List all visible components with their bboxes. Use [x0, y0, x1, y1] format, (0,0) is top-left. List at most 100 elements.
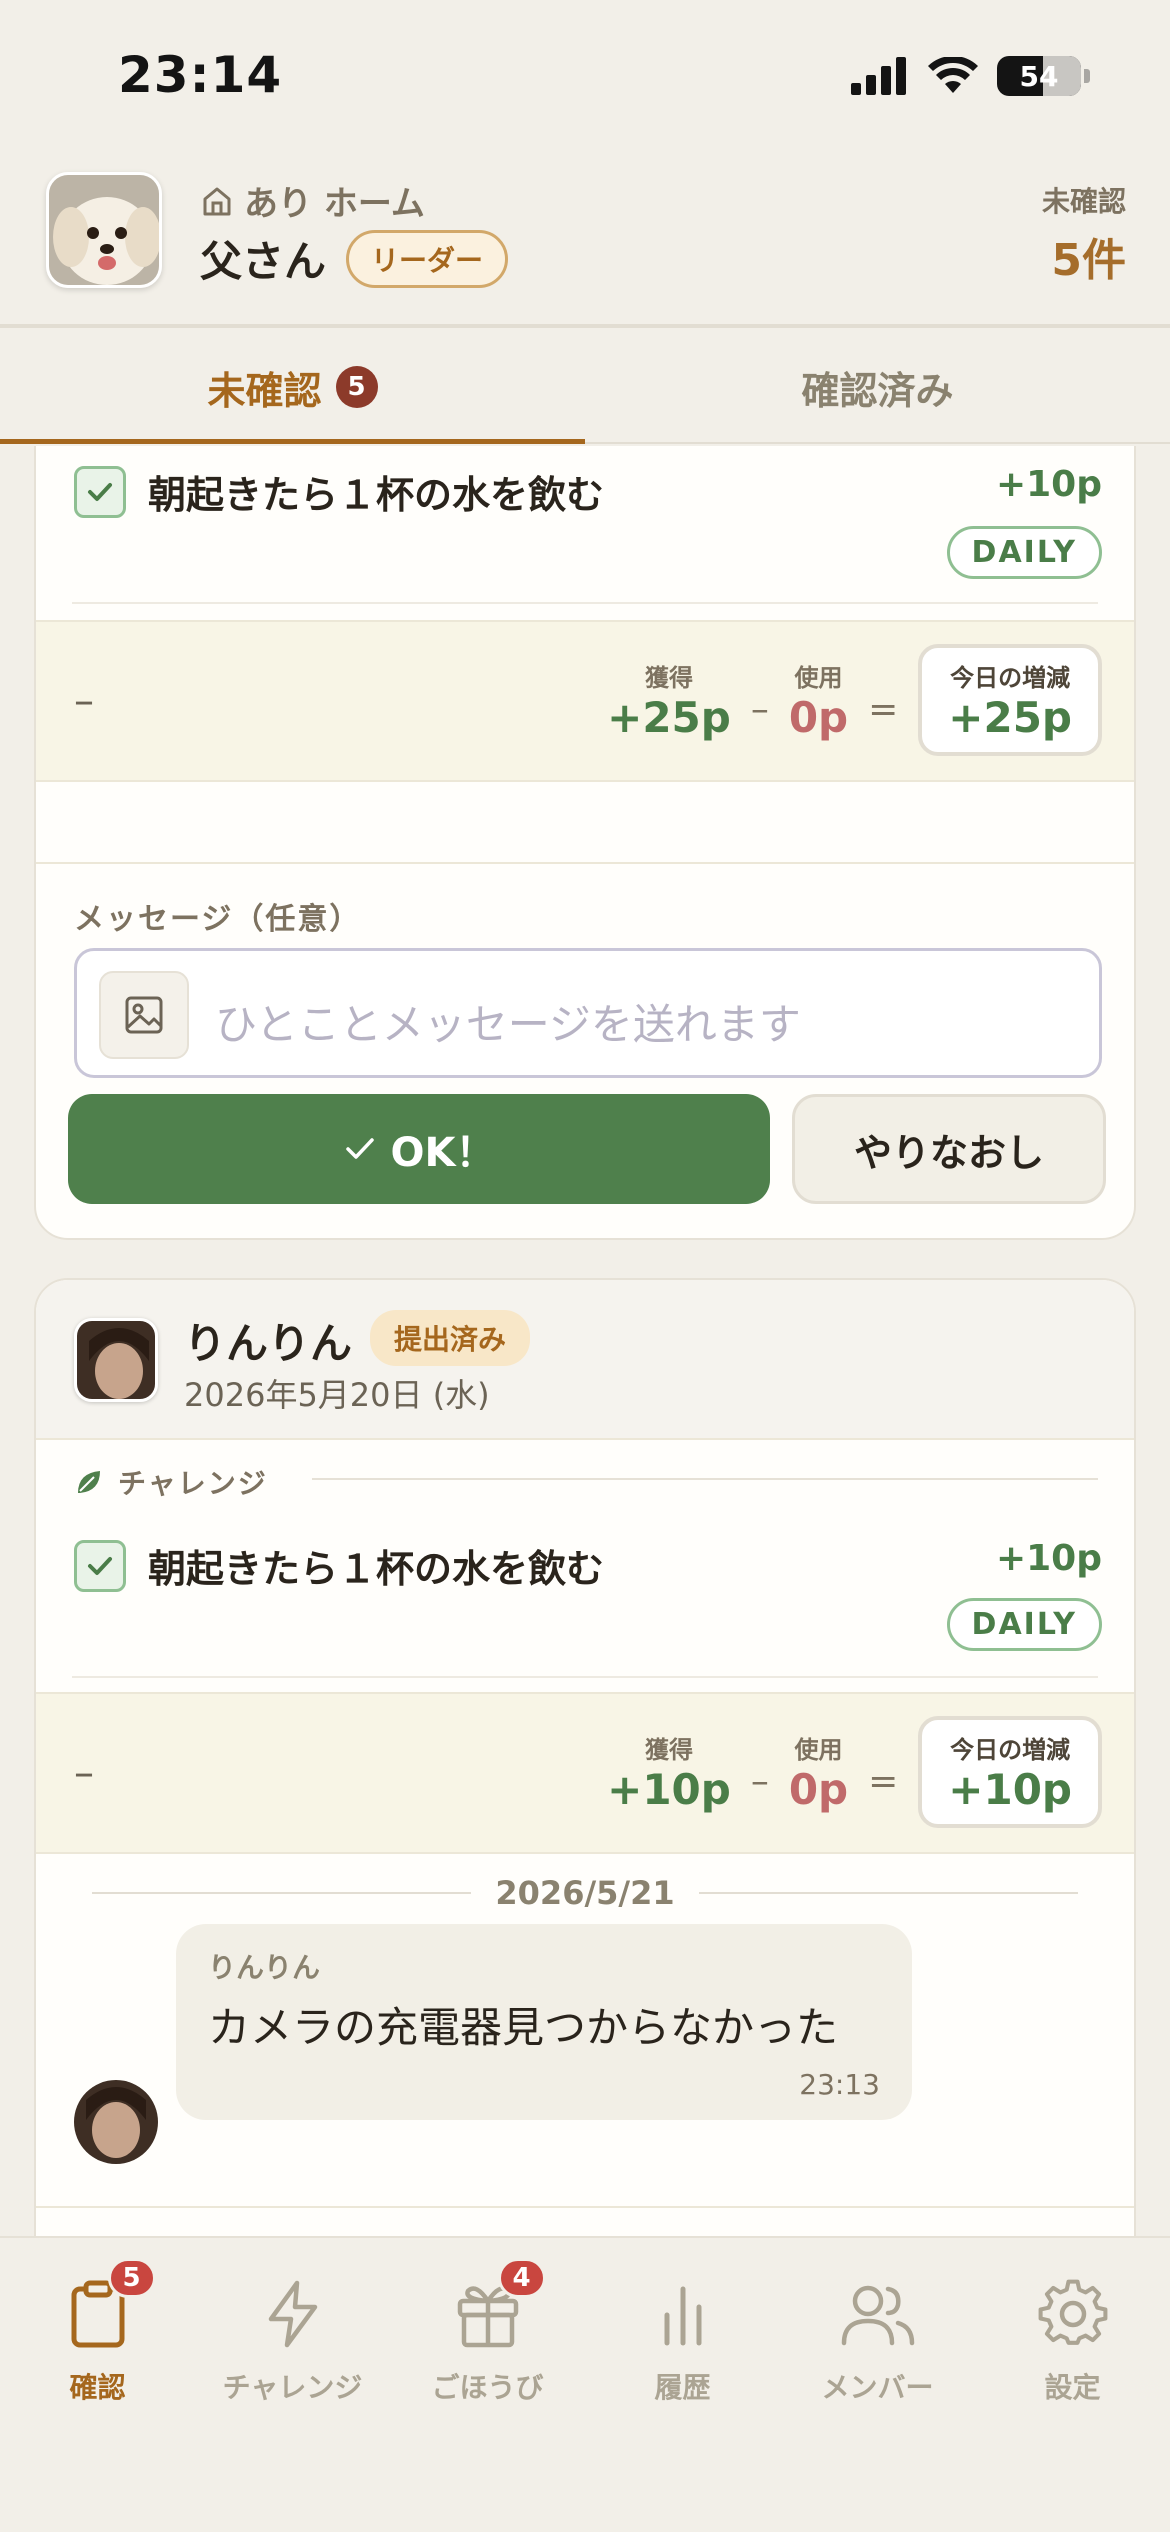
chat-bubble: りんりん カメラの充電器見つからなかった 23:13: [176, 1924, 912, 2120]
home-name: あり ホーム: [244, 184, 425, 224]
nav-badge: 4: [497, 2258, 546, 2298]
use-label: 使用: [794, 1736, 843, 1764]
message-input[interactable]: ひとことメッセージを送れます: [74, 948, 1102, 1078]
minus-operator: –: [750, 1760, 769, 1802]
task-title: 朝起きたら１杯の水を飲む: [148, 1547, 605, 1591]
task-points: +10p: [995, 1538, 1102, 1579]
pending-count: 5件: [1051, 235, 1126, 286]
nav-label: 履歴: [654, 2371, 711, 2404]
chat-sender: りんりん: [208, 1951, 321, 1984]
tab-label: 確認済み: [801, 368, 954, 413]
chat-avatar[interactable]: [74, 2080, 158, 2164]
review-card: 朝起きたら１杯の水を飲む +10p DAILY – 獲得 +25p – 使用 0…: [34, 446, 1136, 1240]
bar-chart-icon: [664, 2286, 701, 2346]
battery-icon: 54: [997, 56, 1081, 96]
message-placeholder: ひとことメッセージを送れます: [215, 1000, 801, 1049]
member-photo: [77, 1321, 155, 1399]
home-icon: [203, 187, 231, 215]
task-checkbox[interactable]: [74, 466, 126, 518]
points-summary: – 獲得 +25p – 使用 0p = 今日の増減 +25p: [36, 620, 1134, 782]
role-badge: リーダー: [346, 229, 509, 288]
user-avatar[interactable]: [46, 172, 162, 288]
status-bar: 23:14 54: [0, 0, 1170, 150]
cellular-signal-icon: [851, 57, 906, 95]
total-value: +25p: [948, 693, 1072, 742]
nav-item-confirm[interactable]: 5 確認: [0, 2258, 195, 2406]
pending-label: 未確認: [1041, 185, 1126, 218]
points-summary: – 獲得 +10p – 使用 0p = 今日の増減 +10p: [36, 1692, 1134, 1854]
bottom-nav: 5 確認 チャレンジ 4 ごほうび 履歴 メンバー 設定: [0, 2236, 1170, 2532]
message-section: メッセージ（任意） ひとことメッセージを送れます OK！ やりなおし: [36, 862, 1134, 1238]
pending-summary: 未確認 5件: [1042, 180, 1126, 288]
nav-label: 確認: [69, 2371, 126, 2404]
equals-operator: =: [868, 688, 899, 730]
use-value: 0p: [788, 1765, 849, 1814]
tab-confirmed[interactable]: 確認済み: [585, 332, 1170, 442]
gain-label: 獲得: [644, 1736, 693, 1764]
summary-dash: –: [74, 678, 94, 724]
status-time: 23:14: [118, 46, 283, 104]
nav-label: 設定: [1044, 2371, 1101, 2404]
chat-text: カメラの充電器見つからなかった: [208, 2003, 839, 2052]
task-checkbox[interactable]: [74, 1540, 126, 1592]
image-icon: [125, 996, 163, 1034]
nav-item-members[interactable]: メンバー: [780, 2274, 975, 2406]
tab-unconfirmed[interactable]: 未確認 5: [0, 332, 585, 444]
battery-level: 54: [1019, 59, 1059, 93]
dog-photo: [49, 175, 159, 285]
summary-dash: –: [74, 1750, 94, 1796]
section-label-text: チャレンジ: [118, 1467, 268, 1500]
check-icon: [88, 483, 112, 501]
gain-label: 獲得: [644, 664, 693, 692]
check-icon: [88, 1557, 112, 1575]
daily-total-box: 今日の増減 +10p: [918, 1716, 1102, 1828]
lightning-icon: [268, 2280, 317, 2348]
total-label: 今日の増減: [950, 1736, 1071, 1764]
attach-image-button[interactable]: [99, 971, 189, 1059]
use-label: 使用: [794, 664, 843, 692]
frequency-badge: DAILY: [946, 1598, 1102, 1651]
frequency-badge: DAILY: [946, 526, 1102, 579]
nav-label: ごほうび: [431, 2371, 544, 2404]
nav-label: チャレンジ: [222, 2371, 363, 2404]
nav-item-settings[interactable]: 設定: [975, 2274, 1170, 2406]
chat-date: 2026/5/21: [495, 1874, 675, 1912]
task-row: 朝起きたら１杯の水を飲む +10p DAILY: [36, 448, 1134, 598]
ok-button-label: OK！: [390, 1130, 496, 1176]
status-icons: 54: [851, 56, 1090, 96]
chat-time: 23:13: [799, 2068, 880, 2101]
tab-count-badge: 5: [335, 366, 378, 408]
app-header: あり ホーム 父さん リーダー 未確認 5件: [0, 150, 1170, 328]
use-value: 0p: [788, 693, 849, 742]
redo-button[interactable]: やりなおし: [792, 1094, 1106, 1204]
nav-item-rewards[interactable]: 4 ごほうび: [390, 2258, 585, 2406]
total-value: +10p: [948, 1765, 1072, 1814]
section-label: チャレンジ: [74, 1462, 268, 1502]
user-row: 父さん リーダー: [200, 228, 509, 289]
member-avatar[interactable]: [74, 1318, 158, 1402]
member-header: りんりん 提出済み 2026年5月20日 (水): [36, 1280, 1134, 1440]
task-row: 朝起きたら１杯の水を飲む +10p DAILY: [36, 1514, 1134, 1664]
minus-operator: –: [750, 688, 769, 730]
users-icon: [841, 2285, 914, 2346]
wifi-icon: [928, 57, 978, 93]
check-icon: [345, 1138, 374, 1159]
submission-date: 2026年5月20日 (水): [184, 1376, 490, 1414]
ok-button[interactable]: OK！: [68, 1094, 770, 1204]
home-row: あり ホーム: [200, 176, 425, 225]
task-points: +10p: [995, 464, 1102, 505]
gain-value: +25p: [607, 693, 731, 742]
battery-indicator: 54: [997, 56, 1090, 96]
leaf-icon: [78, 1471, 100, 1493]
review-card: りんりん 提出済み 2026年5月20日 (水) チャレンジ 朝起きたら１杯の水…: [34, 1278, 1136, 2236]
member-name: りんりん: [184, 1319, 353, 1368]
user-name: 父さん: [200, 237, 327, 286]
message-label: メッセージ（任意）: [74, 902, 362, 937]
status-badge: 提出済み: [370, 1310, 531, 1366]
daily-total-box: 今日の増減 +25p: [918, 644, 1102, 756]
nav-item-challenge[interactable]: チャレンジ: [195, 2274, 390, 2406]
review-list[interactable]: 朝起きたら１杯の水を飲む +10p DAILY – 獲得 +25p – 使用 0…: [0, 446, 1170, 2236]
nav-item-history[interactable]: 履歴: [585, 2274, 780, 2406]
task-title: 朝起きたら１杯の水を飲む: [148, 473, 605, 517]
nav-badge: 5: [107, 2258, 156, 2298]
